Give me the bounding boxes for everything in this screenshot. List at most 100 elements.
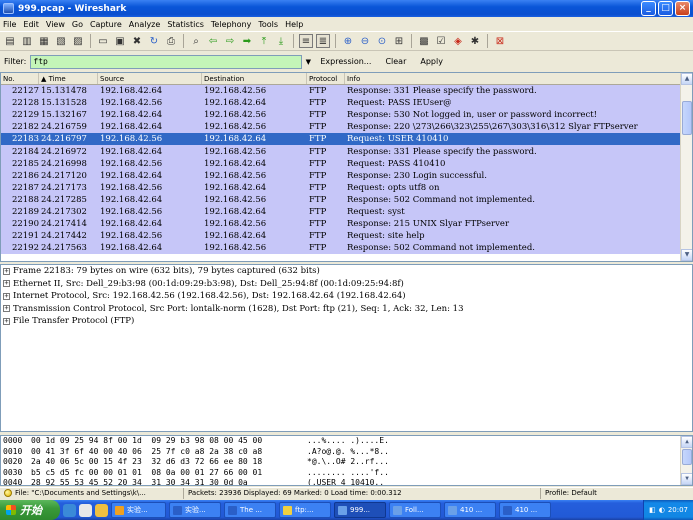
packet-row[interactable]: 22184 24.216972 192.168.42.64 192.168.42…	[1, 145, 692, 158]
packet-row-selected[interactable]: 22183 24.216797 192.168.42.56 192.168.42…	[1, 133, 692, 146]
network-icon[interactable]: ◧	[649, 506, 656, 514]
maximize-button[interactable]: □	[658, 1, 673, 16]
menu-file[interactable]: File	[3, 20, 16, 29]
expand-icon[interactable]: +	[3, 267, 10, 275]
options-icon[interactable]: ▥	[20, 34, 34, 48]
display-filters-icon[interactable]: ☑	[434, 34, 448, 48]
expand-icon[interactable]: +	[3, 280, 10, 288]
menu-tools[interactable]: Tools	[258, 20, 278, 29]
packet-row[interactable]: 22190 24.217414 192.168.42.64 192.168.42…	[1, 218, 692, 231]
task-item[interactable]: Foll...	[389, 502, 441, 518]
find-packet-icon[interactable]: ⌕	[189, 34, 203, 48]
stop-capture-icon[interactable]: ▧	[54, 34, 68, 48]
packet-details[interactable]: + Frame 22183: 79 bytes on wire (632 bits…	[0, 264, 693, 432]
detail-ip[interactable]: + Internet Protocol, Src: 192.168.42.56 (…	[1, 290, 692, 303]
column-header-no[interactable]: No.	[1, 73, 39, 84]
restart-capture-icon[interactable]: ▨	[71, 34, 85, 48]
scroll-thumb[interactable]	[682, 101, 692, 135]
expert-info-icon[interactable]	[4, 489, 12, 497]
detail-ftp[interactable]: + File Transfer Protocol (FTP)	[1, 315, 692, 328]
packet-row[interactable]: 22187 24.217173 192.168.42.56 192.168.42…	[1, 181, 692, 194]
column-header-info[interactable]: Info	[345, 73, 681, 84]
packet-row[interactable]: 22182 24.216759 192.168.42.64 192.168.42…	[1, 121, 692, 134]
task-item[interactable]: 410 ...	[444, 502, 496, 518]
menu-edit[interactable]: Edit	[23, 20, 39, 29]
preferences-icon[interactable]: ✱	[468, 34, 482, 48]
menu-go[interactable]: Go	[72, 20, 83, 29]
status-profile[interactable]: Profile: Default	[541, 488, 693, 499]
capture-filters-icon[interactable]: ▩	[417, 34, 431, 48]
colorize-icon[interactable]: ≡	[299, 34, 313, 48]
scroll-down-icon[interactable]: ▼	[681, 249, 692, 261]
expand-icon[interactable]: +	[3, 292, 10, 300]
close-file-icon[interactable]: ✖	[130, 34, 144, 48]
packet-row[interactable]: 22188 24.217285 192.168.42.64 192.168.42…	[1, 193, 692, 206]
task-item[interactable]: 实验...	[169, 502, 221, 518]
quicklaunch-desktop-icon[interactable]	[79, 503, 92, 517]
go-first-icon[interactable]: ⤒	[257, 34, 271, 48]
minimize-button[interactable]: _	[641, 1, 656, 16]
packet-row[interactable]: 22189 24.217302 192.168.42.56 192.168.42…	[1, 205, 692, 219]
coloring-rules-icon[interactable]: ◈	[451, 34, 465, 48]
scroll-down-icon[interactable]: ▼	[681, 473, 692, 485]
detail-ethernet[interactable]: + Ethernet II, Src: Dell_29:b3:98 (00:1d:…	[1, 278, 692, 291]
expand-icon[interactable]: +	[3, 305, 10, 313]
clock[interactable]: 20:07	[668, 506, 688, 514]
close-button[interactable]: ×	[675, 1, 690, 16]
expression-button[interactable]: Expression...	[320, 57, 371, 66]
scroll-thumb[interactable]	[682, 449, 692, 465]
help-icon[interactable]: ⊠	[493, 34, 507, 48]
menu-view[interactable]: View	[46, 20, 65, 29]
reload-icon[interactable]: ↻	[147, 34, 161, 48]
packet-row[interactable]: 22129 15.132167 192.168.42.64 192.168.42…	[1, 109, 692, 122]
task-item[interactable]: 410 ...	[499, 502, 551, 518]
zoom-in-icon[interactable]: ⊕	[341, 34, 355, 48]
go-back-icon[interactable]: ⇦	[206, 34, 220, 48]
hex-scrollbar[interactable]: ▲ ▼	[680, 436, 692, 485]
detail-tcp[interactable]: + Transmission Control Protocol, Src Port…	[1, 303, 692, 316]
column-header-protocol[interactable]: Protocol	[307, 73, 345, 84]
print-icon[interactable]: ⎙	[164, 34, 178, 48]
packet-row[interactable]: 22128 15.131528 192.168.42.56 192.168.42…	[1, 97, 692, 110]
packet-row[interactable]: 22192 24.217563 192.168.42.64 192.168.42…	[1, 242, 692, 255]
zoom-out-icon[interactable]: ⊖	[358, 34, 372, 48]
quicklaunch-ie-icon[interactable]	[63, 503, 76, 517]
packet-list-scrollbar[interactable]: ▲ ▼	[680, 73, 692, 261]
filter-dropdown-icon[interactable]: ▼	[302, 55, 314, 69]
scroll-up-icon[interactable]: ▲	[681, 436, 692, 448]
packet-list[interactable]: No. ▲ Time Source Destination Protocol I…	[0, 72, 693, 262]
scroll-up-icon[interactable]: ▲	[681, 73, 692, 85]
packet-row[interactable]: 22127 15.131478 192.168.42.64 192.168.42…	[1, 85, 692, 98]
packet-row[interactable]: 22191 24.217442 192.168.42.56 192.168.42…	[1, 230, 692, 243]
menu-capture[interactable]: Capture	[90, 20, 122, 29]
resize-columns-icon[interactable]: ⊞	[392, 34, 406, 48]
task-item-active[interactable]: 999...	[334, 502, 386, 518]
volume-icon[interactable]: ◐	[659, 506, 665, 514]
filter-input[interactable]: ftp	[30, 54, 303, 69]
go-forward-icon[interactable]: ⇨	[223, 34, 237, 48]
interfaces-icon[interactable]: ▤	[3, 34, 17, 48]
packet-row[interactable]: 22186 24.217120 192.168.42.64 192.168.42…	[1, 169, 692, 182]
open-folder-icon[interactable]: ▭	[96, 34, 110, 48]
detail-frame[interactable]: + Frame 22183: 79 bytes on wire (632 bits…	[1, 265, 692, 278]
clear-button[interactable]: Clear	[385, 57, 406, 66]
start-button[interactable]: 开始	[0, 500, 60, 520]
column-header-time[interactable]: ▲ Time	[39, 73, 98, 84]
task-item[interactable]: ftp:...	[279, 502, 331, 518]
quicklaunch-media-icon[interactable]	[95, 503, 108, 517]
zoom-normal-icon[interactable]: ⊙	[375, 34, 389, 48]
column-header-source[interactable]: Source	[98, 73, 202, 84]
task-item[interactable]: The ...	[224, 502, 276, 518]
go-to-packet-icon[interactable]: ➡	[240, 34, 254, 48]
save-icon[interactable]: ▣	[113, 34, 127, 48]
expand-icon[interactable]: +	[3, 317, 10, 325]
go-last-icon[interactable]: ⤓	[274, 34, 288, 48]
apply-button[interactable]: Apply	[420, 57, 443, 66]
auto-scroll-icon[interactable]: ≣	[316, 34, 330, 48]
menu-help[interactable]: Help	[285, 20, 303, 29]
hex-dump[interactable]: 0000 00 1d 09 25 94 8f 00 1d 09 29 b3 98 …	[0, 435, 693, 486]
menu-analyze[interactable]: Analyze	[129, 20, 161, 29]
menu-telephony[interactable]: Telephony	[211, 20, 251, 29]
menu-statistics[interactable]: Statistics	[167, 20, 204, 29]
start-capture-icon[interactable]: ▦	[37, 34, 51, 48]
